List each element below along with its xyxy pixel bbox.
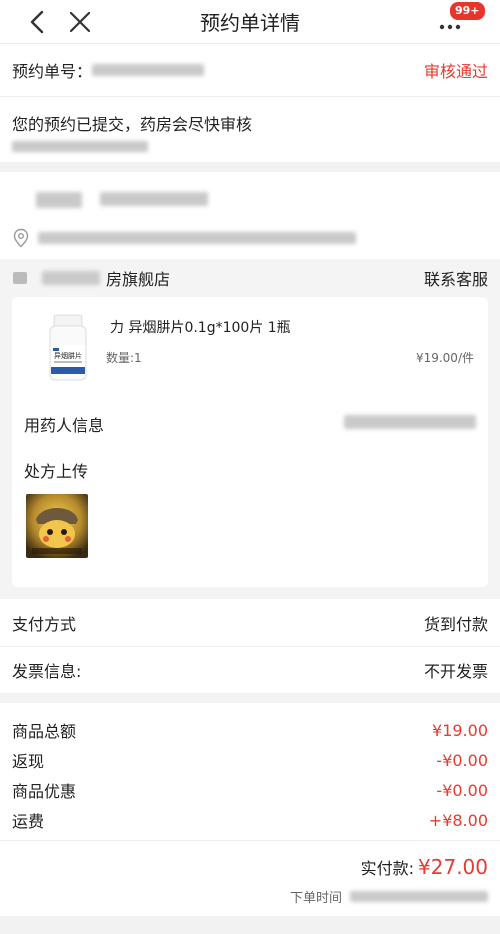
order-time-redacted [350,891,488,902]
contact-service-link[interactable]: 联系客服 [424,266,488,290]
recipient-name-redacted [36,192,82,208]
total-paid-value: ¥27.00 [418,855,488,879]
submission-info: 您的预约已提交，药房会尽快审核 [0,96,500,162]
total-section: 实付款: ¥27.00 下单时间 [0,840,500,916]
cashback-row: 返现 -¥0.00 [12,745,488,775]
product-name[interactable]: 力 异烟肼片0.1g*100片 1瓶 [110,317,291,337]
order-time-label: 下单时间 [289,891,342,906]
shipping-row: 运费 +¥8.00 [12,805,488,835]
goods-total-label: 商品总额 [12,722,77,741]
order-number-row: 预约单号： 审核通过 [0,44,500,96]
order-status: 审核通过 [423,62,488,81]
store-icon [12,270,36,286]
svg-text:异烟肼片: 异烟肼片 [54,351,82,360]
payment-method-value: 货到付款 [423,614,488,634]
shipping-label: 运费 [12,812,45,831]
goods-total-row: 商品总额 ¥19.00 [12,715,488,745]
invoice-info-row: 发票信息: 不开发票 [0,646,500,693]
order-number-label: 预约单号： [12,62,93,81]
cashback-value: -¥0.00 [436,750,488,770]
amount-breakdown: 商品总额 ¥19.00 返现 -¥0.00 商品优惠 -¥0.00 运费 +¥8… [0,703,500,840]
address-section[interactable] [0,172,500,259]
top-nav-bar: 预约单详情 99+ [0,0,500,44]
address-text-redacted [38,232,356,244]
discount-label: 商品优惠 [12,782,77,801]
invoice-info-value: 不开发票 [423,662,488,681]
store-header: 房旗舰店 联系客服 [12,259,488,297]
submission-time-redacted [12,141,148,152]
product-unit-price: ¥19.00/件 [415,351,474,365]
submission-message: 您的预约已提交，药房会尽快审核 [12,115,253,134]
patient-info-redacted [344,415,476,429]
store-name-redacted [42,271,100,285]
product-image[interactable]: 异烟肼片 [32,311,104,383]
patient-info-label: 用药人信息 [24,416,105,435]
prescription-upload-label: 处方上传 [24,462,89,481]
invoice-info-label: 发票信息: [12,662,82,681]
location-pin-icon [12,228,30,248]
recipient-phone-redacted [100,192,208,206]
section-gap [0,693,500,703]
order-number-redacted [92,64,205,76]
store-section: 房旗舰店 联系客服 异烟肼片 力 异烟肼片0.1g*100片 1瓶 数量:1 ¥… [0,259,500,599]
discount-value: -¥0.00 [436,780,488,800]
notification-badge: 99+ [449,1,486,21]
discount-row: 商品优惠 -¥0.00 [12,775,488,805]
product-quantity: 数量:1 [106,351,142,365]
section-gap [0,162,500,172]
shipping-value: +¥8.00 [428,810,488,830]
page-title: 预约单详情 [200,11,300,35]
product-card: 异烟肼片 力 异烟肼片0.1g*100片 1瓶 数量:1 ¥19.00/件 用药… [12,297,488,587]
total-paid-label: 实付款: [360,859,415,878]
prescription-image-thumbnail[interactable] [26,494,88,558]
payment-method-row: 支付方式 货到付款 [0,599,500,646]
goods-total-value: ¥19.00 [432,720,488,740]
cashback-label: 返现 [12,752,45,771]
store-name[interactable]: 房旗舰店 [106,266,170,290]
payment-method-label: 支付方式 [12,614,77,634]
